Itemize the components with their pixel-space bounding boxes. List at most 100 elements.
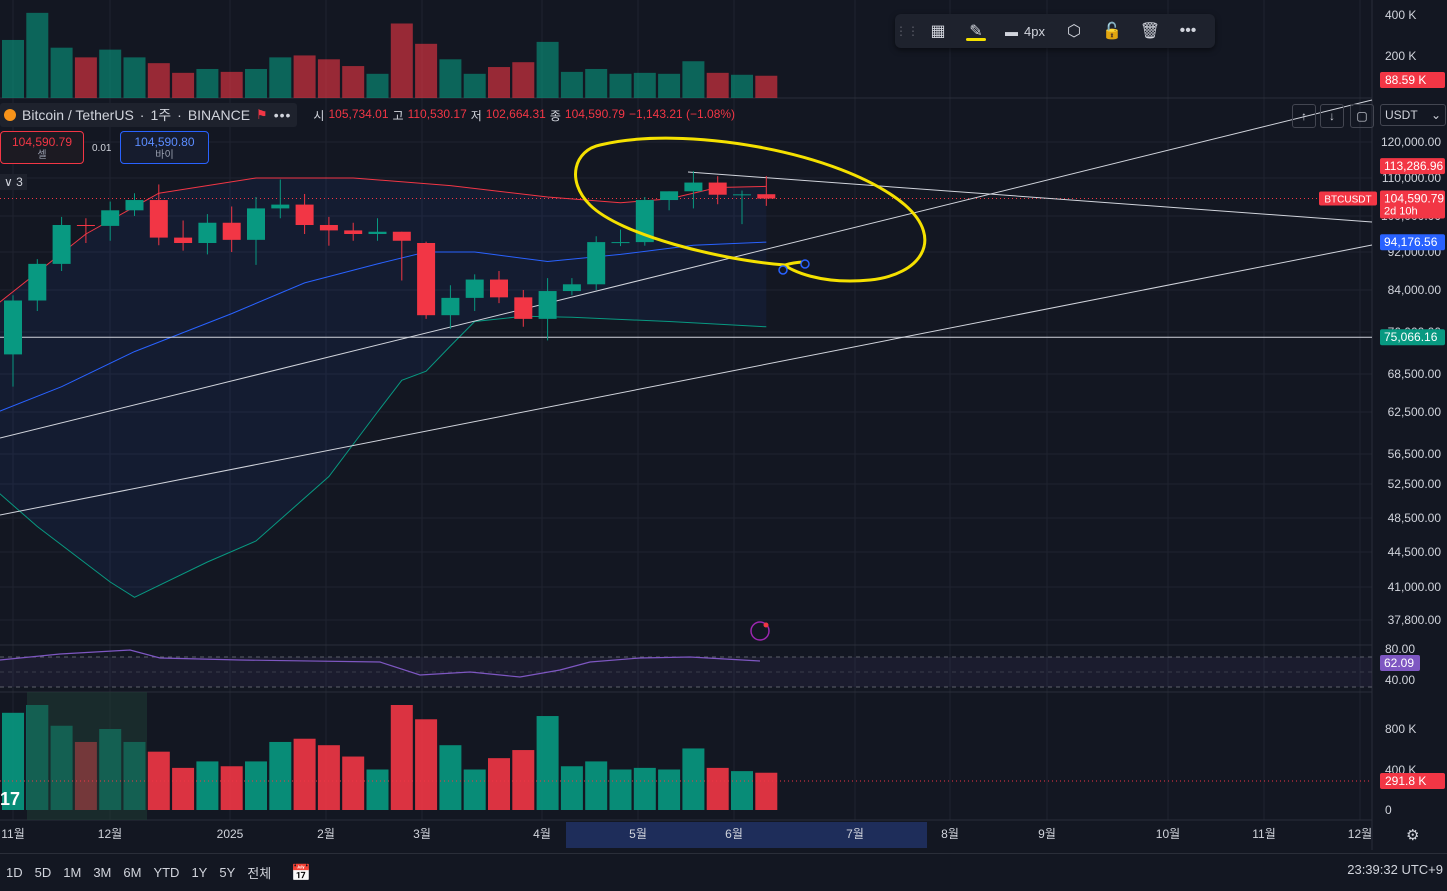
month-label: 12월 bbox=[98, 827, 122, 841]
volume-bar bbox=[536, 716, 559, 810]
buy-button[interactable]: 104,590.80 바이 bbox=[120, 131, 209, 164]
bitcoin-icon bbox=[4, 109, 16, 121]
candle-body bbox=[490, 279, 508, 298]
arrow-down-icon[interactable]: ↓ bbox=[1320, 104, 1344, 128]
exchange: BINANCE bbox=[187, 107, 251, 123]
drag-handle-icon[interactable]: ⋮⋮ bbox=[895, 14, 919, 48]
volume-bar bbox=[342, 756, 365, 810]
drawing-toolbar: ⋮⋮ ▦ ✎ ▬ 4px ⬡ 🔓 🗑 ••• bbox=[895, 14, 1215, 48]
rsi-tick-label: 40.00 bbox=[1385, 673, 1415, 687]
more-icon[interactable]: ••• bbox=[274, 107, 292, 123]
candle-body bbox=[733, 194, 751, 196]
price-tick-label: 48,500.00 bbox=[1388, 511, 1442, 525]
candle-body bbox=[344, 230, 363, 234]
range-6[interactable]: 1Y bbox=[191, 865, 207, 880]
month-label: 3월 bbox=[413, 827, 431, 841]
rsi-value-label: 62.09 bbox=[1384, 656, 1414, 670]
volume-bar-top bbox=[560, 71, 583, 98]
price-label: 104,590.79 bbox=[1384, 192, 1444, 206]
volume-bar bbox=[463, 769, 486, 810]
alert-dot-icon bbox=[763, 622, 769, 628]
range-0[interactable]: 1D bbox=[6, 865, 23, 880]
volume-bar bbox=[755, 772, 778, 810]
sell-price: 104,590.79 bbox=[11, 135, 73, 149]
maximize-icon[interactable]: ▢ bbox=[1350, 104, 1374, 128]
candle-body bbox=[392, 231, 411, 241]
volume-last-label: 291.8 K bbox=[1385, 774, 1426, 788]
candle-body bbox=[562, 284, 581, 292]
symbol-title[interactable]: Bitcoin / TetherUS · 1주 · BINANCE ⚑ ••• bbox=[0, 103, 298, 127]
range-1[interactable]: 5D bbox=[35, 865, 52, 880]
countdown-label: 2d 10h bbox=[1384, 206, 1418, 218]
candle-body bbox=[149, 200, 168, 238]
line-icon: ▬ bbox=[1005, 23, 1019, 39]
range-3[interactable]: 3M bbox=[93, 865, 111, 880]
candle-body bbox=[271, 204, 290, 209]
settings-icon[interactable]: ⬡ bbox=[1055, 14, 1093, 48]
month-label: 11월 bbox=[1, 827, 25, 841]
range-7[interactable]: 5Y bbox=[219, 865, 235, 880]
ohlc-values: 시 105,734.01 고 110,530.17 저 102,664.31 종 104… bbox=[313, 106, 736, 123]
volume-bar-top bbox=[366, 73, 389, 98]
range-5[interactable]: YTD bbox=[153, 865, 179, 880]
range-4[interactable]: 6M bbox=[123, 865, 141, 880]
candle-body bbox=[198, 222, 217, 243]
arrow-up-icon[interactable]: ↑ bbox=[1292, 104, 1316, 128]
trash-icon[interactable]: 🗑 bbox=[1131, 14, 1169, 48]
volume-bar-top bbox=[99, 49, 122, 98]
volume-tick-label: 200 K bbox=[1385, 49, 1416, 63]
lock-icon[interactable]: 🔓 bbox=[1093, 14, 1131, 48]
gear-icon[interactable]: ⚙ bbox=[1406, 826, 1419, 844]
templates-icon[interactable]: ▦ bbox=[919, 14, 957, 48]
range-2[interactable]: 1M bbox=[63, 865, 81, 880]
volume-bar bbox=[682, 748, 705, 810]
volume-bar-top bbox=[731, 74, 753, 98]
volume-bar bbox=[488, 758, 510, 810]
candle-body bbox=[222, 222, 241, 240]
more-options-icon[interactable]: ••• bbox=[1169, 14, 1207, 48]
pen-color-icon[interactable]: ✎ bbox=[957, 14, 995, 48]
flag-icon[interactable]: ⚑ bbox=[256, 107, 268, 123]
month-label: 8월 bbox=[941, 827, 959, 841]
range-8[interactable]: 전체 bbox=[247, 863, 271, 882]
close-value: 104,590.79 bbox=[564, 106, 625, 121]
volume-bar-top bbox=[536, 41, 559, 98]
volume-bar bbox=[512, 750, 535, 810]
volume-tick-label: 400 K bbox=[1385, 8, 1416, 22]
indicators-toggle[interactable]: ∨ 3 bbox=[0, 174, 27, 190]
month-label: 4월 bbox=[533, 827, 551, 841]
volume-bar-top bbox=[585, 68, 608, 98]
volume-top-label: 88.59 K bbox=[1385, 73, 1426, 87]
month-label: 11월 bbox=[1252, 827, 1276, 841]
price-chart[interactable]: 11월 12월 2025 2월 3월 4월 5월 6월 7월 8월 9월 10월 11월 12월 120,0… bbox=[0, 0, 1447, 890]
buy-price: 104,590.80 bbox=[134, 135, 195, 149]
scale-nav-buttons: ↑ ↓ ▢ bbox=[1292, 104, 1374, 128]
volume-bar bbox=[196, 761, 219, 810]
currency-select[interactable]: USDT ⌄ bbox=[1380, 104, 1446, 126]
volume-bar-top bbox=[439, 59, 462, 98]
volume-bar bbox=[293, 738, 316, 810]
candle-body bbox=[125, 200, 144, 211]
volume-bar-top bbox=[269, 57, 292, 98]
month-label: 5월 bbox=[629, 827, 647, 841]
candle-body bbox=[611, 242, 630, 244]
sell-button[interactable]: 104,590.79 셀 bbox=[0, 131, 84, 164]
month-label: 10월 bbox=[1156, 827, 1180, 841]
candle-body bbox=[4, 300, 22, 355]
volume-bar-top bbox=[488, 67, 510, 98]
tradingview-logo: 17 bbox=[0, 789, 21, 809]
calendar-icon[interactable]: 📅 bbox=[291, 863, 311, 883]
volume-bar-top bbox=[415, 43, 438, 98]
rsi-band bbox=[0, 657, 1372, 687]
volume-bar-top bbox=[2, 39, 24, 98]
candle-body bbox=[368, 231, 387, 234]
month-label: 2025 bbox=[217, 827, 244, 841]
volume-bar bbox=[609, 769, 632, 810]
open-value: 105,734.01 bbox=[328, 106, 389, 121]
volume-bar-top bbox=[26, 12, 49, 98]
candle-body bbox=[417, 243, 436, 316]
volume-bar bbox=[220, 766, 243, 810]
volume-tick-label: 800 K bbox=[1385, 722, 1416, 736]
volume-bar-top bbox=[682, 61, 705, 98]
line-width-button[interactable]: ▬ 4px bbox=[995, 14, 1055, 48]
